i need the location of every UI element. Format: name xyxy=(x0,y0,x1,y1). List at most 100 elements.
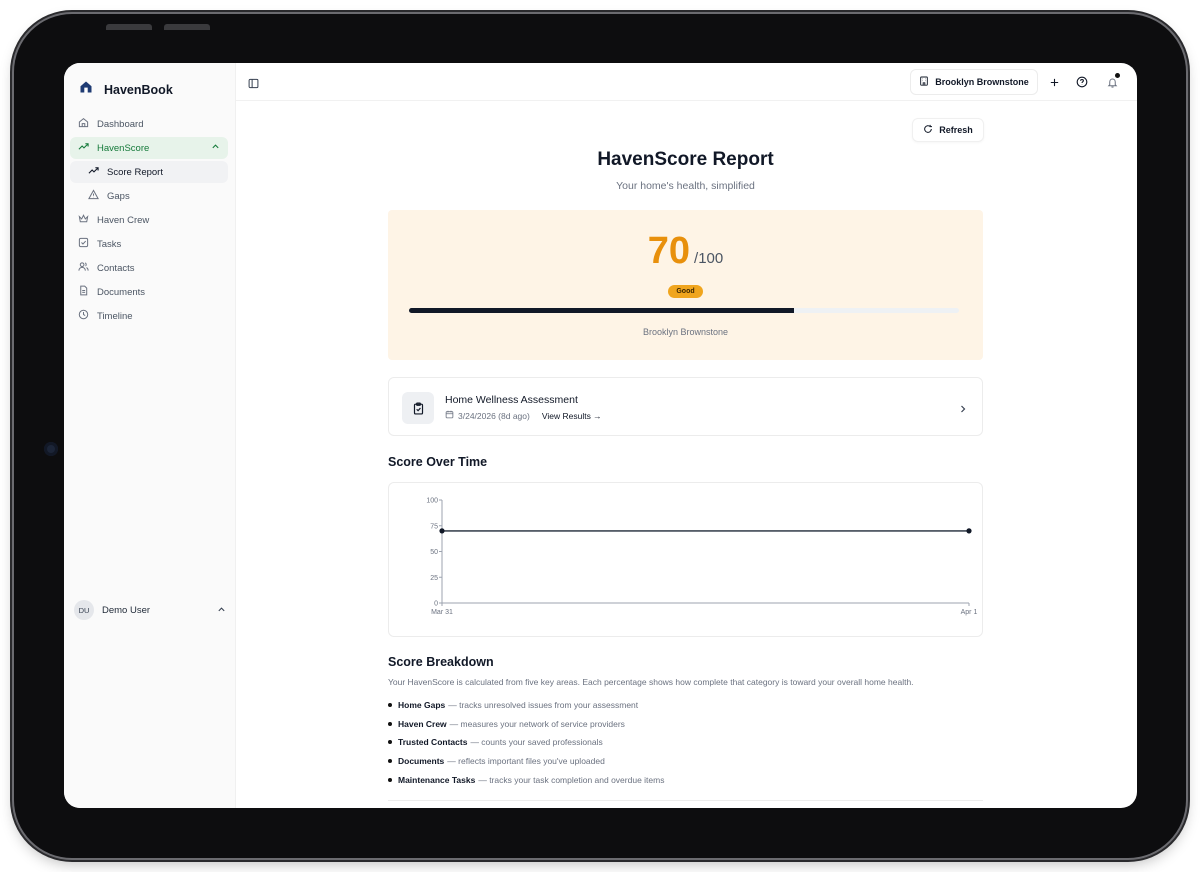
x-tick-label: Mar 31 xyxy=(431,609,453,616)
sidebar-item-label: Contacts xyxy=(97,262,135,274)
checkbox-icon xyxy=(78,237,89,251)
sidebar-item-label: HavenScore xyxy=(97,142,150,154)
sidebar-item-havenscore[interactable]: HavenScore xyxy=(70,137,228,159)
y-tick-label: 0 xyxy=(434,601,438,608)
sidebar-item-label: Timeline xyxy=(97,310,133,322)
calendar-icon xyxy=(445,410,454,421)
y-tick-label: 25 xyxy=(430,575,438,582)
sidebar-item-label: Score Report xyxy=(107,166,163,178)
sidebar-item-label: Gaps xyxy=(107,190,130,202)
breakdown-item-desc: — counts your saved professionals xyxy=(470,737,603,748)
y-tick-label: 75 xyxy=(430,523,438,530)
sidebar-nav: Dashboard HavenScore Score Report Gaps H… xyxy=(70,113,228,329)
breakdown-item-desc: — measures your network of service provi… xyxy=(449,718,625,729)
warning-triangle-icon xyxy=(88,189,99,203)
trending-up-icon xyxy=(88,165,99,179)
data-point xyxy=(966,528,972,534)
page-subtitle: Your home's health, simplified xyxy=(616,180,755,192)
sidebar-item-contacts[interactable]: Contacts xyxy=(70,257,228,279)
score-progress-bar xyxy=(409,308,959,313)
sidebar-item-label: Documents xyxy=(97,286,146,298)
breakdown-item-desc: — tracks your task completion and overdu… xyxy=(478,774,665,785)
score-breakdown-heading: Score Breakdown xyxy=(388,655,494,669)
score-property-name: Brooklyn Brownstone xyxy=(642,327,729,337)
breakdown-item-desc: — reflects important files you've upload… xyxy=(447,756,605,767)
refresh-button[interactable]: Refresh xyxy=(912,118,984,142)
crown-icon xyxy=(78,213,89,227)
users-icon xyxy=(78,261,89,275)
y-tick-label: 50 xyxy=(430,549,438,556)
sidebar-item-timeline[interactable]: Timeline xyxy=(70,305,228,327)
top-bar: Brooklyn Brownstone xyxy=(236,63,1137,101)
add-icon[interactable] xyxy=(1046,74,1062,90)
rating-badge: Good xyxy=(668,285,703,298)
property-label: Brooklyn Brownstone xyxy=(935,77,1029,87)
breakdown-item-name: Maintenance Tasks xyxy=(398,774,476,785)
score-value: 70 xyxy=(647,230,691,272)
clipboard-check-icon xyxy=(402,392,434,424)
building-icon xyxy=(919,76,929,88)
document-icon xyxy=(78,285,89,299)
home-icon xyxy=(78,117,89,131)
refresh-icon xyxy=(923,124,933,136)
breakdown-item-name: Trusted Contacts xyxy=(398,737,468,748)
clock-icon xyxy=(78,309,89,323)
breakdown-item-desc: — tracks unresolved issues from your ass… xyxy=(448,700,639,711)
score-over-time-heading: Score Over Time xyxy=(388,455,488,469)
sidebar-item-label: Haven Crew xyxy=(97,214,150,226)
breakdown-list: Home Gaps — tracks unresolved issues from… xyxy=(388,696,664,789)
sidebar-item-haven-crew[interactable]: Haven Crew xyxy=(70,209,228,231)
divider xyxy=(388,800,983,801)
sidebar-item-score-report[interactable]: Score Report xyxy=(70,161,228,183)
breakdown-item-name: Home Gaps xyxy=(398,700,446,711)
view-results-link[interactable]: View Results → xyxy=(542,411,602,421)
score-card: 70/100 Good Brooklyn Brownstone xyxy=(388,210,983,360)
page-title: HavenScore Report xyxy=(597,149,774,170)
avatar: DU xyxy=(74,600,94,620)
front-camera xyxy=(44,442,58,456)
help-icon[interactable] xyxy=(1074,74,1090,90)
sidebar: HavenBook Dashboard HavenScore Score Rep… xyxy=(64,63,236,808)
breakdown-item-name: Documents xyxy=(398,756,445,767)
score-over-time-chart: 0 25 50 75 100 Mar 31 Apr 1 xyxy=(426,498,978,617)
user-menu[interactable]: DU Demo User xyxy=(74,598,226,622)
assessment-date: 3/24/2026 (8d ago) xyxy=(458,410,530,421)
sidebar-item-label: Tasks xyxy=(97,238,122,250)
notification-bell-icon[interactable] xyxy=(1104,73,1120,90)
breakdown-item-name: Haven Crew xyxy=(398,718,447,729)
user-name: Demo User xyxy=(102,604,151,616)
sidebar-item-gaps[interactable]: Gaps xyxy=(70,185,228,207)
chevron-up-icon xyxy=(211,142,220,154)
house-logo-icon xyxy=(78,79,94,100)
y-tick-label: 100 xyxy=(426,498,438,505)
volume-button xyxy=(164,24,210,30)
x-tick-label: Apr 1 xyxy=(961,609,978,616)
assessment-card[interactable]: Home Wellness Assessment 3/24/2026 (8d a… xyxy=(388,377,983,436)
score-chart-card: 0 25 50 75 100 Mar 31 Apr 1 xyxy=(388,482,983,637)
assessment-title: Home Wellness Assessment xyxy=(445,394,578,406)
list-item: Haven Crew — measures your network of ser… xyxy=(388,715,664,734)
trending-up-icon xyxy=(78,141,89,155)
score-breakdown-description: Your HavenScore is calculated from five … xyxy=(388,677,914,687)
sidebar-item-documents[interactable]: Documents xyxy=(70,281,228,303)
sidebar-toggle-icon[interactable] xyxy=(248,76,259,94)
list-item: Home Gaps — tracks unresolved issues from… xyxy=(388,696,664,715)
sidebar-item-label: Dashboard xyxy=(97,118,144,130)
property-selector-button[interactable]: Brooklyn Brownstone xyxy=(910,69,1038,95)
list-item: Maintenance Tasks — tracks your task comp… xyxy=(388,770,664,789)
brand[interactable]: HavenBook xyxy=(78,79,173,100)
assessment-meta: 3/24/2026 (8d ago) View Results → xyxy=(445,410,602,421)
sidebar-item-dashboard[interactable]: Dashboard xyxy=(70,113,228,135)
chevron-right-icon xyxy=(958,401,968,419)
list-item: Trusted Contacts — counts your saved prof… xyxy=(388,733,664,752)
score-display: 70/100 xyxy=(388,230,983,273)
brand-name: HavenBook xyxy=(104,82,173,97)
data-point xyxy=(439,528,445,534)
list-item: Documents — reflects important files you'… xyxy=(388,752,664,771)
chevron-up-icon xyxy=(217,601,226,619)
app-screen: HavenBook Dashboard HavenScore Score Rep… xyxy=(64,63,1137,808)
score-max: /100 xyxy=(694,250,724,267)
volume-button xyxy=(106,24,152,30)
refresh-label: Refresh xyxy=(939,125,973,135)
sidebar-item-tasks[interactable]: Tasks xyxy=(70,233,228,255)
